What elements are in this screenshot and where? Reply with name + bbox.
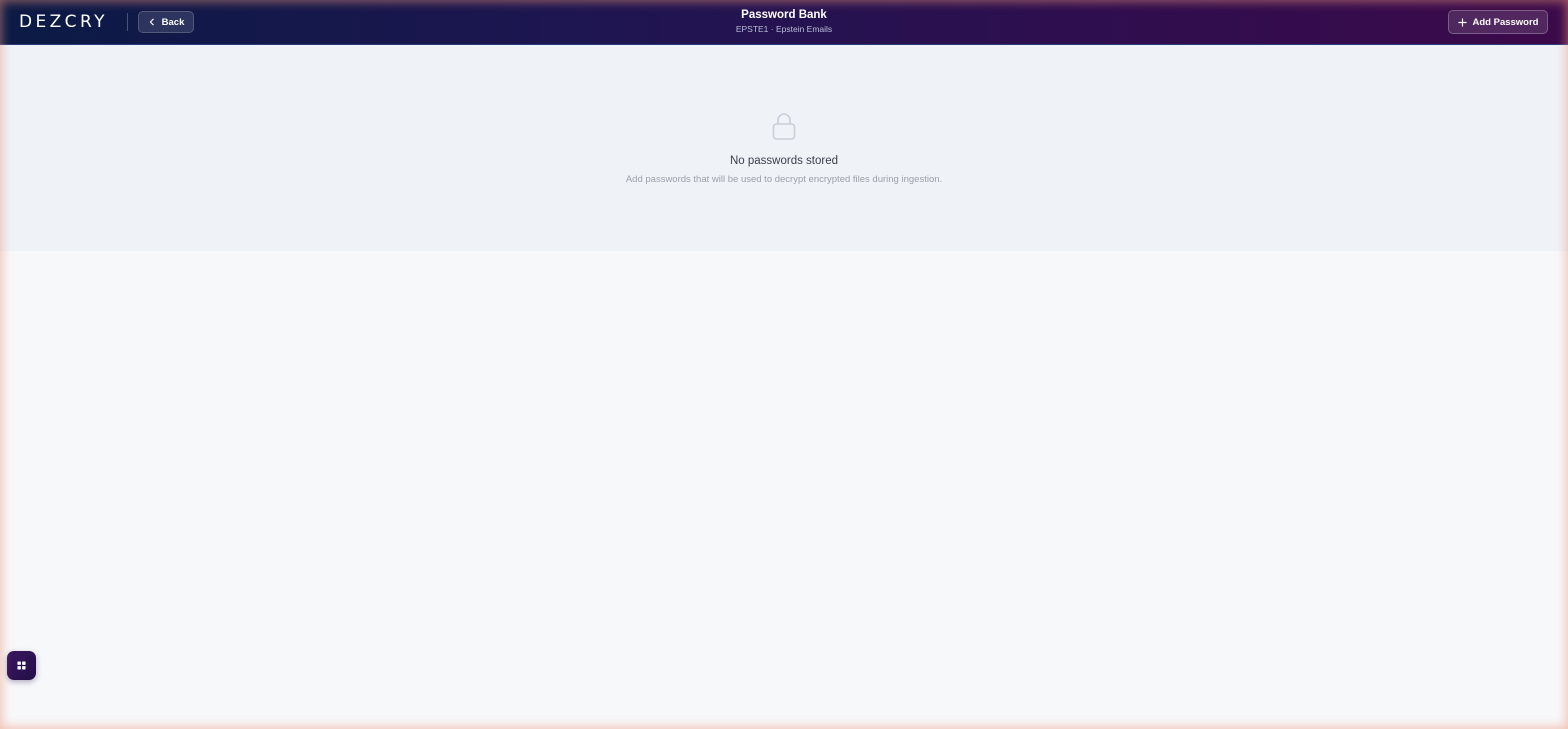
brand-logo[interactable]: DEZCRY [19,12,108,32]
plus-icon [1457,17,1467,27]
page-heading: Password Bank EPSTE1 · Epstein Emails [584,8,984,35]
grid-icon [17,661,26,670]
page-title: Password Bank [741,9,827,21]
page-subtitle: EPSTE1 · Epstein Emails [735,24,833,34]
empty-state-description: Add passwords that will be used to decry… [625,174,943,185]
lock-icon [772,113,796,140]
chevron-left-icon [149,18,154,26]
app-window: DEZCRY Back Password Bank EPSTE1 · Epste… [0,0,1568,729]
top-navigation-bar: DEZCRY Back Password Bank EPSTE1 · Epste… [0,0,1568,45]
apps-launcher-button[interactable] [7,651,36,680]
back-button[interactable]: Back [138,11,194,33]
empty-state-panel: No passwords stored Add passwords that w… [0,45,1568,251]
add-password-button[interactable]: Add Password [1448,10,1548,34]
logo-divider [127,13,128,31]
back-button-label: Back [161,16,185,28]
empty-state-title: No passwords stored [729,155,839,167]
add-password-label: Add Password [1472,16,1539,28]
